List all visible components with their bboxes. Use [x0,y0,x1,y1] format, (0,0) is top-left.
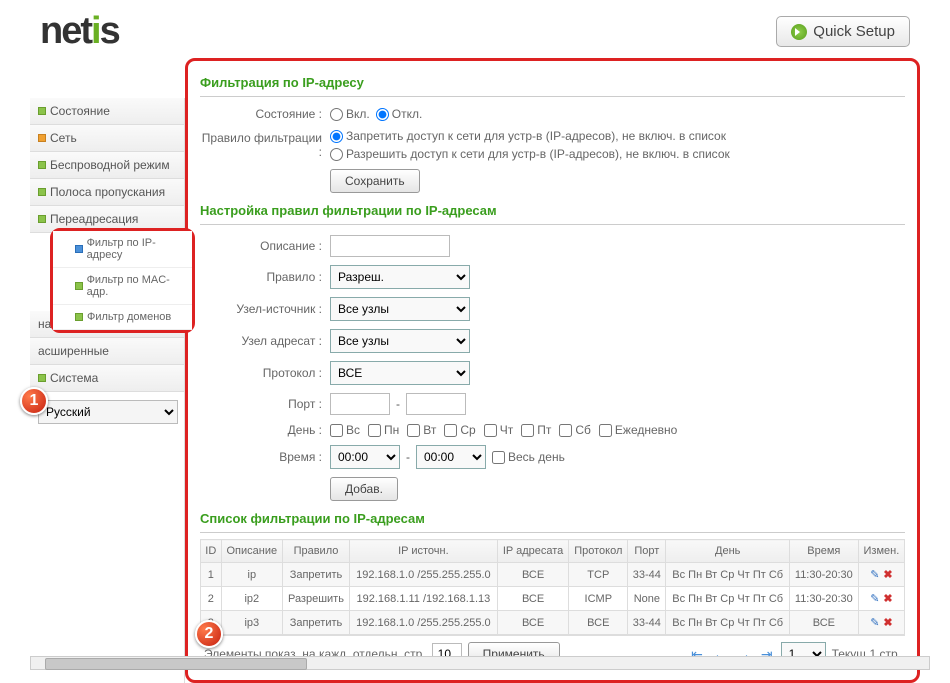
src-select[interactable]: Все узлы [330,297,470,321]
proto-label: Протокол : [200,366,330,380]
delete-icon[interactable]: ✖ [883,593,892,605]
sidebar-item-bandwidth[interactable]: Полоса пропускания [30,179,184,206]
save-button[interactable]: Сохранить [330,169,420,193]
table-header: IDОписаниеПравилоIP источн.IP адресатаПр… [201,540,905,563]
horizontal-scrollbar[interactable] [30,656,930,670]
play-icon [791,24,807,40]
section-title-list: Список фильтрации по IP-адресам [200,505,905,533]
edit-icon[interactable]: ✎ [870,569,879,581]
edit-icon[interactable]: ✎ [870,617,879,629]
state-off-radio[interactable]: Откл. [376,107,423,121]
annotation-badge-1: 1 [20,387,48,415]
delete-icon[interactable]: ✖ [883,569,892,581]
quick-setup-button[interactable]: Quick Setup [776,16,910,47]
rule-allow-radio[interactable]: Разрешить доступ к сети для устр-в (IP-а… [330,147,730,161]
port-to-input[interactable] [406,393,466,415]
sidebar-item-system[interactable]: Система [30,365,184,392]
filter-rule-label: Правило фильтрации : [200,131,330,159]
sidebar-item-advanced[interactable]: асширенные [30,338,184,365]
logo: netis [40,10,119,53]
submenu-highlight: Фильтр по IP-адресу Фильтр по MAC-адр. Ф… [50,228,195,333]
sidebar-item-mac-filter[interactable]: Фильтр по MAC-адр. [53,268,192,305]
state-label: Состояние : [200,107,330,121]
desc-label: Описание : [200,239,330,253]
src-label: Узел-источник : [200,302,330,316]
annotation-badge-2: 2 [195,620,223,648]
day-label: День : [200,423,330,437]
table-row: 2ip2Разрешить192.168.1.11 /192.168.1.13В… [201,587,905,611]
time-from-select[interactable]: 00:00 [330,445,400,469]
day-mon-check[interactable]: Пн [368,423,399,437]
port-from-input[interactable] [330,393,390,415]
sidebar-item-ip-filter[interactable]: Фильтр по IP-адресу [53,231,192,268]
add-button[interactable]: Добав. [330,477,398,501]
proto-select[interactable]: ВСЕ [330,361,470,385]
edit-icon[interactable]: ✎ [870,593,879,605]
rule-label: Правило : [200,270,330,284]
filter-table: IDОписаниеПравилоIP источн.IP адресатаПр… [200,539,905,635]
days-group: Вс Пн Вт Ср Чт Пт Сб Ежедневно [330,423,905,437]
table-row: 1ipЗапретить192.168.1.0 /255.255.255.0ВС… [201,563,905,587]
main-highlight: Фильтрация по IP-адресу Состояние : Вкл.… [185,58,920,683]
allday-check[interactable]: Весь день [492,450,565,464]
day-sat-check[interactable]: Сб [559,423,591,437]
sidebar-item-status[interactable]: Состояние [30,98,184,125]
language-select[interactable]: Русский [38,400,178,424]
sidebar: Состояние Сеть Беспроводной режим Полоса… [30,98,185,683]
section-title-state: Фильтрация по IP-адресу [200,69,905,97]
table-row: 3ip3Запретить192.168.1.0 /255.255.255.0В… [201,611,905,635]
sidebar-item-wireless[interactable]: Беспроводной режим [30,152,184,179]
day-daily-check[interactable]: Ежедневно [599,423,677,437]
day-sun-check[interactable]: Вс [330,423,360,437]
sidebar-item-domain-filter[interactable]: Фильтр доменов [53,305,192,330]
time-label: Время : [200,450,330,464]
day-wed-check[interactable]: Ср [444,423,475,437]
dst-select[interactable]: Все узлы [330,329,470,353]
delete-icon[interactable]: ✖ [883,617,892,629]
rule-select[interactable]: Разреш. [330,265,470,289]
state-on-radio[interactable]: Вкл. [330,107,370,121]
day-fri-check[interactable]: Пт [521,423,551,437]
day-tue-check[interactable]: Вт [407,423,436,437]
desc-input[interactable] [330,235,450,257]
rule-deny-radio[interactable]: Запретить доступ к сети для устр-в (IP-а… [330,129,726,143]
sidebar-item-network[interactable]: Сеть [30,125,184,152]
port-label: Порт : [200,397,330,411]
section-title-rules: Настройка правил фильтрации по IP-адреса… [200,197,905,225]
time-to-select[interactable]: 00:00 [416,445,486,469]
dst-label: Узел адресат : [200,334,330,348]
day-thu-check[interactable]: Чт [484,423,514,437]
